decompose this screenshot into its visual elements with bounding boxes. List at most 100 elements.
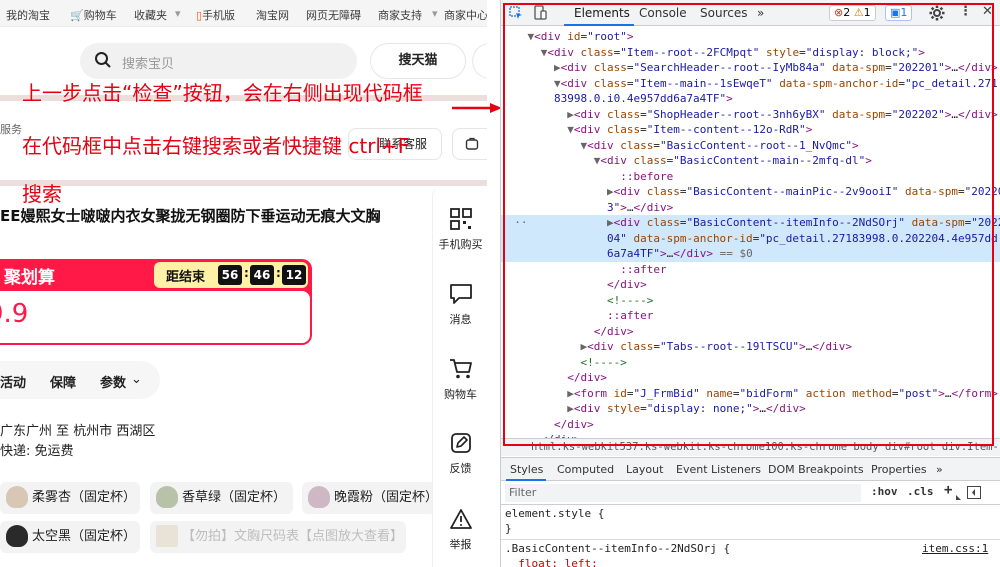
tab-console[interactable]: Console [639, 6, 687, 20]
divider [501, 539, 1000, 540]
dom-node[interactable]: ▶<form id="J_FrmBid" name="bidForm" acti… [501, 386, 1000, 402]
product-title: EE嫚熙女士啵啵内衣女聚拢无钢圈防下垂运动无痕大文胸 [0, 207, 381, 225]
sidebar-item-feedback[interactable]: 反馈 [433, 432, 487, 476]
dom-comment[interactable]: <!----> [501, 355, 1000, 371]
device-toolbar-icon[interactable] [533, 5, 547, 21]
dom-node[interactable]: ▶<div class="SearchHeader--root--IyMb84a… [501, 60, 1000, 76]
style-declaration[interactable]: float: left; [505, 556, 597, 567]
kebab-menu-icon[interactable]: ⋮ [959, 4, 972, 19]
dom-pseudo[interactable]: ::before [501, 169, 1000, 185]
hov-toggle[interactable]: :hov [871, 485, 898, 498]
dom-node[interactable]: </div> [501, 417, 1000, 433]
variant-option[interactable]: 太空黑（固定杯） [0, 521, 140, 553]
style-rule-line[interactable]: element.style { [505, 506, 604, 521]
subtab-computed[interactable]: Computed [557, 463, 614, 476]
styles-filter-input[interactable]: Filter [505, 484, 861, 502]
nav-cart[interactable]: 🛒购物车 [70, 7, 117, 23]
tab-params[interactable]: 参数 [100, 372, 126, 391]
variant-swatch [156, 486, 178, 508]
nav-mobile-label: 手机版 [202, 9, 236, 22]
nav-taobao[interactable]: 淘宝网 [256, 7, 289, 23]
sidebar-item-label: 手机购买 [438, 238, 483, 251]
dom-node[interactable]: ▼<div class="BasicContent--main--2mfq-dl… [501, 153, 1000, 169]
store-button[interactable] [452, 128, 487, 160]
dom-node[interactable]: </div> [501, 324, 1000, 340]
dom-node[interactable]: ▼<div id="root"> [501, 29, 1000, 45]
dom-node[interactable]: ▶<div class="ShopHeader--root--3nh6yBX" … [501, 107, 1000, 123]
new-rule-icon[interactable]: + [944, 482, 952, 498]
cls-toggle[interactable]: .cls [907, 485, 934, 498]
countdown-label: 距结束 [166, 270, 206, 285]
search-input[interactable]: 搜索宝贝 [80, 43, 357, 79]
close-icon[interactable]: ✕ [982, 4, 993, 19]
tab-activity[interactable]: 活动 [0, 372, 26, 391]
subtab-event-listeners[interactable]: Event Listeners [676, 463, 761, 476]
tab-elements[interactable]: Elements [574, 6, 630, 20]
gear-icon[interactable] [929, 5, 945, 21]
sidebar-item-messages[interactable]: 消息 [433, 283, 487, 327]
sidebar-toggle-icon[interactable] [967, 486, 981, 499]
tab-guarantee[interactable]: 保障 [50, 372, 76, 391]
subtab-properties[interactable]: Properties [871, 463, 927, 476]
dom-node[interactable]: ▶<div style="display: none;">…</div> [501, 401, 1000, 417]
annotation-line-1: 上一步点击“检查”按钮，会在右侧出现代码框 [22, 81, 423, 105]
search-tmall-button[interactable]: 搜天猫 [370, 43, 466, 79]
sidebar-item-label: 反馈 [449, 462, 472, 475]
nav-accessibility[interactable]: 网页无障碍 [306, 7, 361, 23]
breadcrumb-path: html.ks-webkit537.ks-webkit.ks-chrome100… [531, 441, 1000, 453]
tab-more[interactable]: » [757, 6, 764, 20]
tab-sources[interactable]: Sources [700, 6, 747, 20]
dom-comment[interactable]: <!----> [501, 293, 1000, 309]
overlay-band [0, 180, 487, 186]
sidebar-item-cart[interactable]: 购物车 [433, 358, 487, 402]
issues-badge[interactable]: ⊗2 ⚠1 [829, 5, 876, 21]
dom-node-selected-continued: 6a7a4TF">…</div> == $0 [501, 246, 1000, 262]
variant-option[interactable]: 晚霞粉（固定杯） [302, 482, 439, 514]
breadcrumb[interactable]: html.ks-webkit537.ks-webkit.ks-chrome100… [501, 438, 1000, 456]
subtab-styles[interactable]: Styles [510, 463, 543, 476]
nav-mobile[interactable]: ▯手机版 [196, 7, 235, 23]
sidebar-item-mobile-buy[interactable]: 手机购买 [433, 208, 487, 252]
subtab-layout[interactable]: Layout [626, 463, 663, 476]
style-rule-selector[interactable]: .BasicContent--itemInfo--2NdSOrj { [505, 541, 730, 556]
service-label: 服务 [0, 123, 22, 136]
inspect-element-icon[interactable] [509, 6, 523, 20]
warning-icon [449, 509, 472, 529]
nav-favorites[interactable]: 收藏夹 [134, 7, 167, 23]
qr-code-icon [449, 208, 472, 230]
dom-pseudo[interactable]: ::after [501, 262, 1000, 278]
variant-label: 晚霞粉（固定杯） [334, 490, 439, 505]
rule-menu-icon[interactable] [956, 486, 962, 500]
dom-node[interactable]: ▶<div class="Tabs--root--19lTSCU">…</div… [501, 339, 1000, 355]
countdown-separator: : [276, 266, 281, 280]
dom-node[interactable]: ▼<div class="Item--root--2FCMpqt" style=… [501, 45, 1000, 61]
edit-icon [450, 433, 471, 453]
variant-swatch [156, 525, 178, 547]
dom-node[interactable]: ▶<div class="BasicContent--mainPic--2v9o… [501, 184, 1000, 200]
dom-node[interactable]: ▼<div class="BasicContent--root--1_NvQmc… [501, 138, 1000, 154]
sidebar-item-report[interactable]: 举报 [433, 508, 487, 552]
style-source-link[interactable]: item.css:1 [922, 541, 988, 556]
variant-option-disabled[interactable]: 【勿拍】文胸尺码表【点图放大查看】 [150, 521, 406, 553]
subtab-dom-breakpoints[interactable]: DOM Breakpoints [768, 463, 864, 476]
variant-option[interactable]: 柔雾杏（固定杯） [0, 482, 140, 514]
dom-node[interactable]: ▼<div class="Item--content--12o-RdR"> [501, 122, 1000, 138]
messages-badge[interactable]: ▣1 [885, 5, 913, 21]
dom-node-selected[interactable]: ·· ▶<div class="BasicContent--itemInfo--… [501, 215, 1000, 231]
shipping-route[interactable]: 广东广州 至 杭州市 西湖区 [0, 420, 155, 439]
nav-merchant-support[interactable]: 商家支持 [378, 7, 422, 23]
dom-node[interactable]: ▼<div class="Item--main--1sEwqeT" data-s… [501, 76, 1000, 92]
dom-node[interactable]: </div> [501, 370, 1000, 386]
search-taobao-button[interactable] [472, 43, 487, 79]
search-placeholder: 搜索宝贝 [122, 57, 175, 72]
subtab-more[interactable]: » [936, 463, 943, 476]
nav-my-taobao[interactable]: 我的淘宝 [6, 7, 50, 23]
dom-pseudo[interactable]: ::after [501, 308, 1000, 324]
variant-option[interactable]: 香草绿（固定杯） [150, 482, 293, 514]
cart-icon [449, 359, 472, 379]
warning-count: 1 [863, 6, 871, 19]
dom-tree: ▼<div id="root"> ▼<div class="Item--root… [501, 27, 1000, 440]
search-icon [95, 52, 111, 68]
nav-merchant-center[interactable]: 商家中心 [444, 7, 487, 23]
dom-node[interactable]: </div> [501, 277, 1000, 293]
